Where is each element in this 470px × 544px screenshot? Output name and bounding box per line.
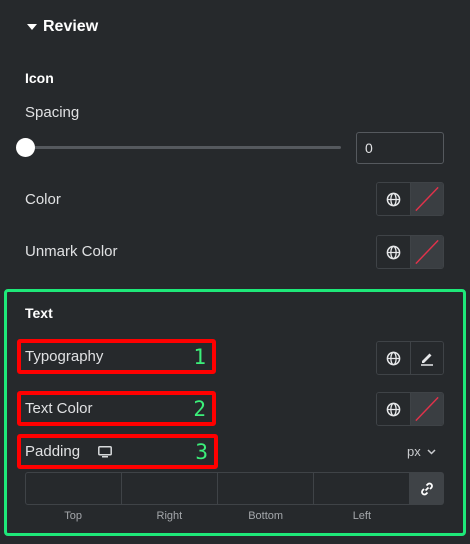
padding-bottom-input[interactable]	[217, 473, 313, 504]
globe-icon	[386, 351, 401, 365]
padding-right-label: Right	[156, 510, 183, 522]
typography-highlight: Typography 1	[17, 339, 216, 374]
text-color-marker: 2	[193, 396, 206, 421]
padding-left-input[interactable]	[313, 473, 409, 504]
text-color-control	[376, 392, 444, 426]
chevron-down-icon	[427, 448, 436, 455]
text-color-global-button[interactable]	[377, 393, 410, 425]
color-global-button[interactable]	[377, 183, 410, 215]
spacing-slider-thumb[interactable]	[16, 138, 35, 157]
text-color-swatch[interactable]	[410, 393, 443, 425]
units-value: px	[407, 444, 421, 459]
link-icon	[420, 482, 433, 495]
caret-down-icon	[27, 24, 37, 30]
color-label: Color	[25, 191, 61, 208]
padding-dimension-labels: Top Right Bottom Left	[25, 510, 410, 522]
text-color-label: Text Color	[25, 400, 93, 417]
spacing-slider-track[interactable]	[25, 146, 341, 149]
typography-global-button[interactable]	[377, 342, 410, 374]
padding-label-group: Padding	[25, 443, 113, 460]
typography-edit-button[interactable]	[410, 342, 443, 374]
text-color-highlight: Text Color 2	[17, 391, 216, 426]
padding-marker: 3	[195, 439, 208, 464]
typography-label: Typography	[25, 348, 104, 365]
unmark-color-swatch[interactable]	[410, 236, 443, 268]
padding-bottom-label: Bottom	[248, 510, 284, 522]
icon-section-title: Icon	[25, 70, 54, 86]
typography-marker: 1	[193, 344, 206, 369]
review-section-title: Review	[43, 18, 99, 35]
padding-highlight: Padding 3	[17, 434, 218, 469]
padding-top-label: Top	[64, 510, 82, 522]
padding-top-input[interactable]	[26, 473, 121, 504]
padding-label: Padding	[25, 443, 81, 460]
unmark-color-global-button[interactable]	[377, 236, 410, 268]
empty-swatch-icon	[415, 396, 439, 422]
link-values-button[interactable]	[409, 472, 444, 505]
unmark-color-label: Unmark Color	[25, 243, 118, 260]
spacing-value: 0	[365, 140, 373, 156]
padding-dimensions	[25, 472, 410, 505]
color-control	[376, 182, 444, 216]
padding-right-input[interactable]	[121, 473, 217, 504]
review-section-header[interactable]: Review	[27, 18, 98, 36]
pencil-icon	[421, 353, 433, 366]
empty-swatch-icon	[415, 186, 439, 212]
spacing-label: Spacing	[25, 104, 80, 121]
padding-left-label: Left	[352, 510, 372, 522]
desktop-icon[interactable]	[98, 445, 113, 458]
text-section-title: Text	[25, 305, 53, 321]
spacing-input[interactable]: 0	[356, 132, 444, 164]
color-swatch[interactable]	[410, 183, 443, 215]
typography-control	[376, 341, 444, 375]
globe-icon	[386, 192, 401, 206]
units-selector[interactable]: px	[407, 444, 436, 459]
globe-icon	[386, 245, 401, 259]
empty-swatch-icon	[415, 239, 439, 265]
unmark-color-control	[376, 235, 444, 269]
globe-icon	[386, 402, 401, 416]
